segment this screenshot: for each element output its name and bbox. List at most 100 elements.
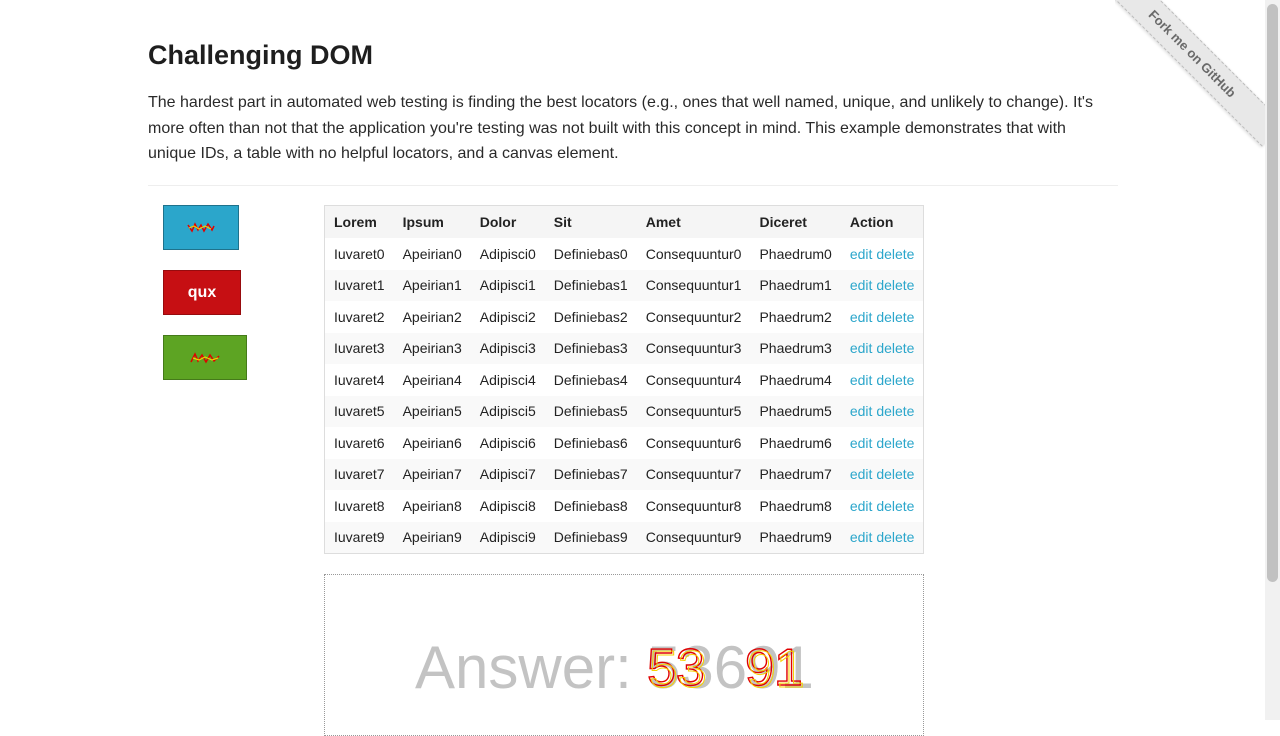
table-cell: Consequuntur1 bbox=[636, 269, 751, 301]
page-title: Challenging DOM bbox=[148, 40, 373, 70]
scrollbar-track[interactable] bbox=[1265, 0, 1280, 720]
answer-canvas: Answer: 53691 53 53 91 91 bbox=[324, 574, 924, 736]
table-cell: Iuvaret9 bbox=[324, 521, 394, 554]
edit-link[interactable]: edit bbox=[850, 309, 873, 325]
delete-link[interactable]: delete bbox=[876, 498, 914, 514]
table-cell: Definiebas5 bbox=[544, 395, 637, 427]
baz-button[interactable]: baz bbox=[163, 335, 247, 380]
divider bbox=[148, 185, 1118, 186]
table-cell: Adipisci3 bbox=[470, 332, 545, 364]
action-cell: edit delete bbox=[841, 364, 924, 396]
table-row: Iuvaret0 Apeirian0 Adipisci0 Definiebas0 Con… bbox=[325, 238, 924, 270]
action-cell: edit delete bbox=[841, 238, 924, 270]
edit-link[interactable]: edit bbox=[850, 246, 873, 262]
foo-button[interactable]: foo bbox=[163, 205, 239, 250]
table-cell: Definiebas2 bbox=[553, 308, 628, 325]
table-row: Iuvaret5 Apeirian5 Adipisci5 Definiebas5 Con… bbox=[324, 395, 924, 427]
column-header: Diceret bbox=[750, 205, 841, 238]
fork-me-ribbon[interactable]: Fork me on GitHub bbox=[1115, 0, 1265, 150]
delete-link[interactable]: delete bbox=[876, 529, 914, 545]
edit-link[interactable]: edit bbox=[850, 498, 873, 514]
delete-link[interactable]: delete bbox=[876, 246, 914, 262]
edit-link[interactable]: edit bbox=[850, 340, 873, 356]
table-row: Iuvaret9 Apeirian9 Adipisci9 Definiebas9 Con… bbox=[324, 521, 924, 554]
delete-link[interactable]: delete bbox=[876, 277, 914, 293]
table-cell: Consequuntur7 bbox=[636, 458, 751, 490]
table-cell: Iuvaret7 bbox=[324, 458, 394, 490]
edit-link[interactable]: edit bbox=[850, 529, 873, 545]
table-cell: Iuvaret0 bbox=[334, 245, 385, 262]
table-cell: Iuvaret6 bbox=[334, 434, 385, 451]
answer-prefix: Answer: bbox=[415, 634, 632, 701]
table-cell: Consequuntur6 bbox=[645, 434, 742, 451]
column-header: Action bbox=[840, 205, 924, 238]
table-cell: Phaedrum0 bbox=[759, 245, 832, 262]
table-cell: Adipisci4 bbox=[479, 371, 536, 388]
edit-link[interactable]: edit bbox=[850, 403, 873, 419]
table-cell: Apeirian5 bbox=[393, 395, 471, 427]
table-cell: Phaedrum7 bbox=[750, 458, 841, 490]
table-cell: Adipisci6 bbox=[479, 434, 536, 451]
delete-link[interactable]: delete bbox=[876, 372, 914, 388]
delete-link[interactable]: delete bbox=[876, 435, 914, 451]
table-cell: Apeirian8 bbox=[402, 497, 462, 514]
table-row: Iuvaret6 Apeirian6 Adipisci6 Definiebas6 Con… bbox=[325, 427, 924, 459]
action-cell: edit delete bbox=[840, 269, 924, 301]
table-cell: Iuvaret8 bbox=[334, 497, 385, 514]
edit-link[interactable]: edit bbox=[850, 466, 873, 482]
table-cell: Apeirian1 bbox=[393, 269, 471, 301]
edit-link[interactable]: edit bbox=[850, 277, 873, 293]
table-cell: Adipisci5 bbox=[470, 395, 545, 427]
table-cell: Apeirian7 bbox=[393, 458, 471, 490]
action-cell: edit delete bbox=[841, 427, 924, 459]
delete-link[interactable]: delete bbox=[876, 466, 914, 482]
edit-link[interactable]: edit bbox=[850, 435, 873, 451]
table-cell: Consequuntur4 bbox=[645, 371, 742, 388]
table-cell: Consequuntur2 bbox=[645, 308, 742, 325]
table-cell: Apeirian4 bbox=[402, 371, 462, 388]
table-cell: Definiebas7 bbox=[544, 458, 637, 490]
action-cell: edit delete bbox=[840, 521, 924, 554]
fork-me-label[interactable]: Fork me on GitHub bbox=[1115, 0, 1265, 147]
table-cell: Phaedrum9 bbox=[750, 521, 841, 554]
table-cell: Apeirian3 bbox=[393, 332, 471, 364]
table-cell: Iuvaret4 bbox=[334, 371, 385, 388]
delete-link[interactable]: delete bbox=[876, 403, 914, 419]
table-cell: Iuvaret2 bbox=[334, 308, 385, 325]
table-header-row: Lorem Ipsum Dolor Sit Amet Diceret Actio… bbox=[324, 205, 924, 238]
scrollbar-thumb[interactable] bbox=[1267, 4, 1278, 582]
action-cell: edit delete bbox=[841, 301, 924, 333]
action-cell: edit delete bbox=[840, 332, 924, 364]
table-cell: Adipisci9 bbox=[470, 521, 545, 554]
table-cell: Definiebas8 bbox=[553, 497, 628, 514]
delete-link[interactable]: delete bbox=[876, 309, 914, 325]
table-cell: Iuvaret5 bbox=[324, 395, 394, 427]
table-cell: Phaedrum6 bbox=[759, 434, 832, 451]
table-cell: Adipisci2 bbox=[479, 308, 536, 325]
table-cell: Adipisci0 bbox=[479, 245, 536, 262]
table-row: Iuvaret2 Apeirian2 Adipisci2 Definiebas2 Con… bbox=[325, 301, 924, 333]
table-cell: Phaedrum4 bbox=[759, 371, 832, 388]
delete-link[interactable]: delete bbox=[876, 340, 914, 356]
action-cell: edit delete bbox=[841, 490, 924, 522]
table-row: Iuvaret4 Apeirian4 Adipisci4 Definiebas4 Con… bbox=[325, 364, 924, 396]
qux-button-label: qux bbox=[187, 283, 217, 301]
table-cell: Phaedrum5 bbox=[750, 395, 841, 427]
table-row: Iuvaret7 Apeirian7 Adipisci7 Definiebas7 Con… bbox=[324, 458, 924, 490]
table-cell: Consequuntur8 bbox=[645, 497, 742, 514]
table-row: Iuvaret8 Apeirian8 Adipisci8 Definiebas8 Con… bbox=[325, 490, 924, 522]
table-cell: Definiebas1 bbox=[544, 269, 637, 301]
table-cell: Iuvaret1 bbox=[324, 269, 394, 301]
table-cell: Apeirian2 bbox=[402, 308, 462, 325]
table-cell: Adipisci7 bbox=[470, 458, 545, 490]
table-cell: Phaedrum1 bbox=[750, 269, 841, 301]
column-header: Ipsum bbox=[393, 205, 471, 238]
page-description: The hardest part in automated web testin… bbox=[148, 94, 1093, 162]
column-header: Amet bbox=[636, 205, 751, 238]
edit-link[interactable]: edit bbox=[850, 372, 873, 388]
table-cell: Definiebas4 bbox=[553, 371, 628, 388]
qux-button[interactable]: qux bbox=[163, 270, 241, 315]
data-table: Lorem Ipsum Dolor Sit Amet Diceret Actio… bbox=[324, 205, 925, 554]
table-cell: Apeirian9 bbox=[393, 521, 471, 554]
table-cell: Consequuntur9 bbox=[636, 521, 751, 554]
